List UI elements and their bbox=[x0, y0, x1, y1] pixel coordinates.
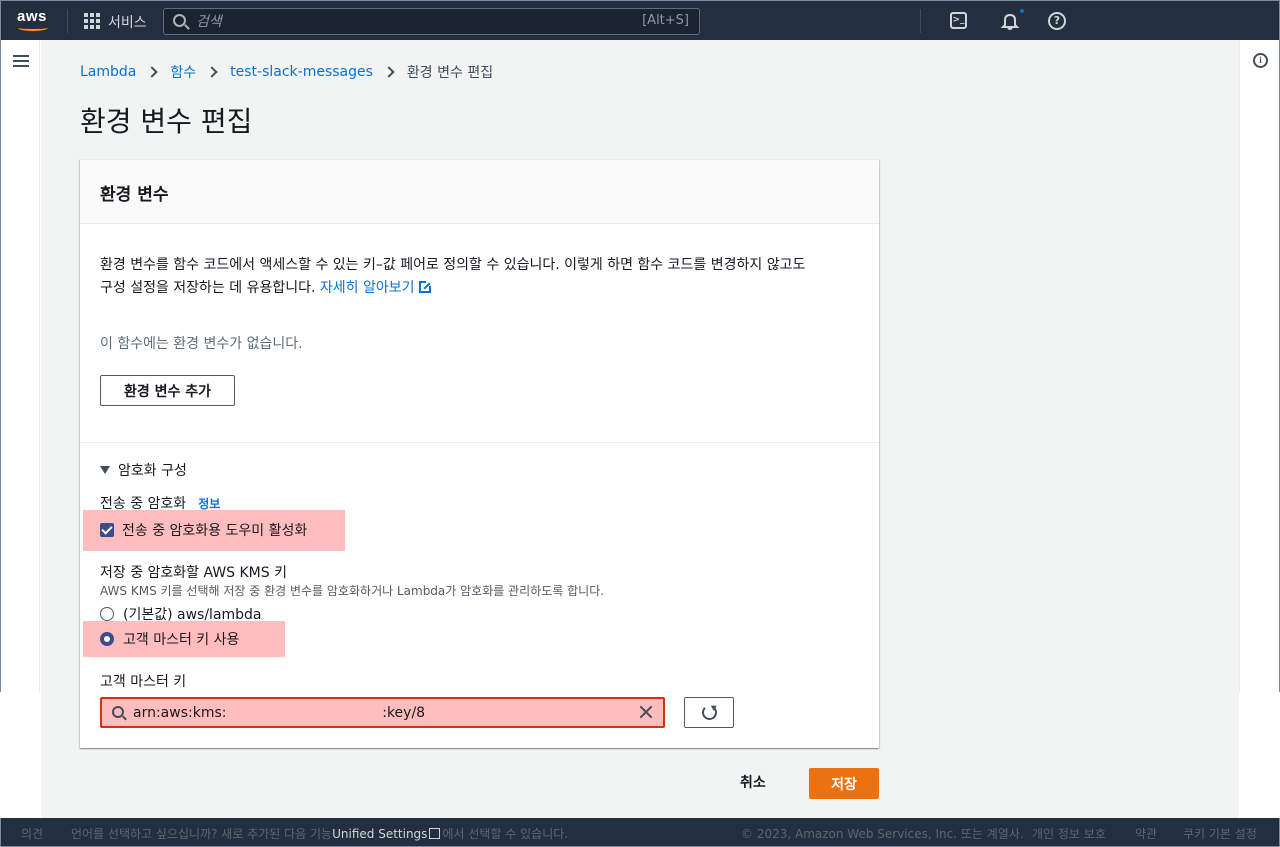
chevron-right-icon bbox=[206, 66, 218, 78]
description-line1: 환경 변수를 함수 코드에서 액세스할 수 있는 키–값 페어로 정의할 수 있… bbox=[100, 257, 806, 273]
enable-helpers-checkbox[interactable]: 전송 중 암호화용 도우미 활성화 bbox=[100, 520, 307, 540]
enable-helpers-label: 전송 중 암호화용 도우미 활성화 bbox=[122, 523, 308, 539]
breadcrumb: Lambda 함수 test-slack-messages 환경 변수 편집 bbox=[80, 62, 493, 82]
cancel-button[interactable]: 취소 bbox=[740, 772, 766, 792]
learn-more-link[interactable]: 자세히 알아보기 bbox=[319, 280, 432, 296]
search-icon bbox=[173, 14, 186, 27]
external-link-icon bbox=[418, 280, 432, 293]
cmk-input-value[interactable]: arn:aws:kms: :key/8 bbox=[133, 705, 425, 721]
info-link[interactable]: 정보 bbox=[198, 497, 220, 511]
card-header: 환경 변수 bbox=[80, 160, 879, 224]
chevron-right-icon bbox=[146, 66, 159, 78]
language-prompt-post: 에서 선택할 수 있습니다. bbox=[442, 827, 569, 841]
encryption-config-toggle[interactable]: 암호화 구성 bbox=[100, 460, 187, 480]
empty-state-text: 이 함수에는 환경 변수가 없습니다. bbox=[100, 336, 303, 352]
radio-customer-label: 고객 마스터 키 사용 bbox=[123, 632, 240, 648]
notification-dot bbox=[1020, 9, 1024, 13]
breadcrumb-functions[interactable]: 함수 bbox=[170, 62, 196, 82]
radio-checked-icon[interactable] bbox=[100, 632, 114, 646]
caret-down-icon bbox=[100, 466, 110, 474]
page-title: 환경 변수 편집 bbox=[80, 105, 253, 138]
copyright: © 2023, Amazon Web Services, Inc. 또는 계열사… bbox=[741, 827, 1024, 841]
breadcrumb-function-name[interactable]: test-slack-messages bbox=[230, 64, 373, 80]
aws-logo[interactable]: aws bbox=[17, 9, 51, 33]
env-vars-card: 환경 변수 환경 변수를 함수 코드에서 액세스할 수 있는 키–값 페어로 정… bbox=[80, 159, 879, 748]
kms-key-hint: AWS KMS 키를 선택해 저장 중 환경 변수를 암호화하거나 Lambda… bbox=[100, 584, 605, 598]
feedback-link[interactable]: 의견 bbox=[21, 825, 43, 842]
search-shortcut: [Alt+S] bbox=[642, 13, 689, 28]
external-link-icon bbox=[429, 828, 441, 839]
radio-customer-key[interactable]: 고객 마스터 키 사용 bbox=[100, 629, 239, 649]
card-description: 환경 변수를 함수 코드에서 액세스할 수 있는 키–값 페어로 정의할 수 있… bbox=[100, 254, 860, 300]
services-menu[interactable]: 서비스 bbox=[108, 12, 147, 32]
unified-settings-link[interactable]: Unified Settings bbox=[332, 827, 427, 841]
card-divider bbox=[80, 442, 879, 443]
cloudshell-icon[interactable]: >_ bbox=[950, 12, 967, 29]
footer: 의견 언어를 선택하고 싶으십니까? 새로 추가된 다음 기능Unified S… bbox=[0, 818, 1280, 847]
radio-unchecked-icon[interactable] bbox=[100, 607, 114, 621]
clear-icon[interactable] bbox=[637, 703, 655, 721]
breadcrumb-current: 환경 변수 편집 bbox=[406, 65, 494, 81]
help-icon[interactable]: ? bbox=[1048, 12, 1066, 30]
top-nav: aws 서비스 [Alt+S] >_ ? bbox=[0, 0, 1280, 40]
breadcrumb-lambda[interactable]: Lambda bbox=[80, 64, 136, 80]
search-icon bbox=[112, 706, 124, 718]
refresh-button[interactable] bbox=[684, 697, 734, 728]
cmk-input[interactable]: arn:aws:kms: :key/8 bbox=[100, 697, 665, 728]
info-panel-icon[interactable]: i bbox=[1253, 53, 1268, 68]
checkbox-checked-icon[interactable] bbox=[100, 523, 114, 537]
encryption-config-title: 암호화 구성 bbox=[118, 463, 187, 479]
privacy-link[interactable]: 개인 정보 보호 bbox=[1032, 825, 1106, 842]
add-env-var-button[interactable]: 환경 변수 추가 bbox=[100, 375, 235, 406]
aws-logo-text: aws bbox=[17, 8, 47, 25]
language-prompt: 언어를 선택하고 싶으십니까? 새로 추가된 다음 기능Unified Sett… bbox=[71, 825, 568, 842]
card-title: 환경 변수 bbox=[100, 185, 169, 205]
cookie-prefs-link[interactable]: 쿠키 기본 설정 bbox=[1183, 825, 1257, 842]
chevron-right-icon bbox=[383, 66, 395, 78]
aws-smile-icon bbox=[18, 25, 48, 31]
kms-key-label: 저장 중 암호화할 AWS KMS 키 bbox=[100, 565, 287, 581]
right-rail: i bbox=[1239, 40, 1280, 692]
learn-more-label: 자세히 알아보기 bbox=[319, 280, 415, 296]
global-search-input[interactable] bbox=[196, 12, 596, 32]
hamburger-menu-icon[interactable] bbox=[13, 55, 29, 67]
left-rail bbox=[0, 40, 40, 692]
language-prompt-pre: 언어를 선택하고 싶으십니까? 새로 추가된 다음 기능 bbox=[71, 827, 333, 841]
global-search[interactable]: [Alt+S] bbox=[163, 8, 700, 35]
nav-divider bbox=[67, 9, 68, 33]
nav-divider bbox=[920, 9, 921, 33]
services-grid-icon[interactable] bbox=[84, 13, 100, 29]
description-line2: 구성 설정을 저장하는 데 유용합니다. bbox=[100, 280, 316, 296]
bell-icon[interactable] bbox=[1000, 9, 1024, 31]
save-button[interactable]: 저장 bbox=[809, 768, 879, 799]
cmk-label: 고객 마스터 키 bbox=[100, 674, 187, 690]
terms-link[interactable]: 약관 bbox=[1135, 825, 1157, 842]
